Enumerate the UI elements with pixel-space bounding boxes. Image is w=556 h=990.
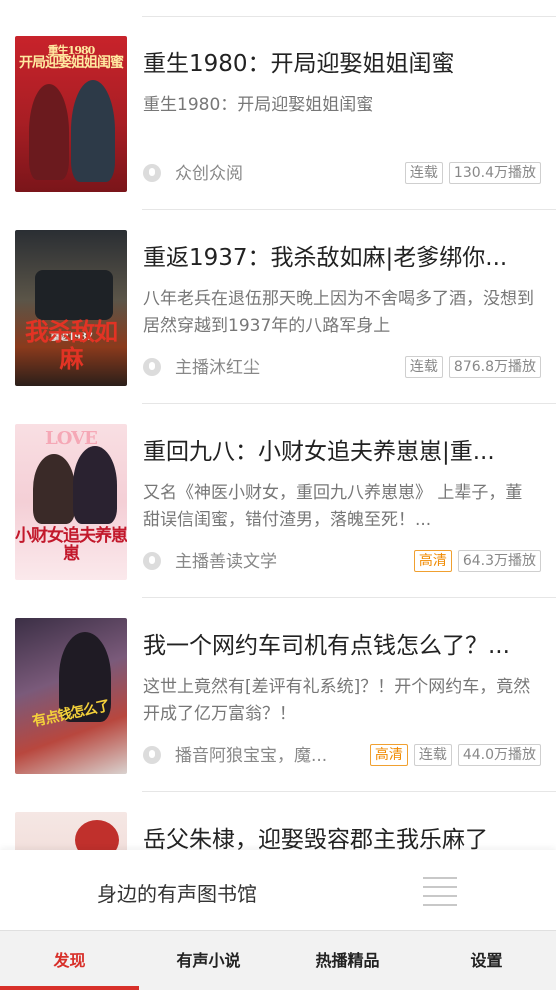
book-title[interactable]: 重生1980：开局迎娶姐姐闺蜜 — [143, 44, 543, 78]
book-cover[interactable]: LOVE 小财女追夫养崽崽 — [15, 424, 127, 580]
list-item[interactable]: 岳父朱棣，迎娶毁容郡主我乐麻了 — [0, 792, 556, 850]
cover-tank — [35, 270, 113, 320]
play-count-badge: 64.3万播放 — [457, 550, 541, 572]
tab-label: 有声小说 — [176, 951, 241, 970]
hd-badge: 高清 — [369, 744, 408, 766]
book-description: 又名《神医小财女，重回九八养崽崽》 上辈子，董甜误信闺蜜，错付渣男，落魄至死！.… — [143, 483, 523, 530]
library-bar[interactable]: 身边的有声图书馆 — [0, 850, 556, 930]
tab-label: 发现 — [53, 951, 86, 970]
book-author: 众创众阅 — [175, 164, 243, 184]
book-meta: 播音阿狼宝宝，魔... 高清 连载 44.0万播放 — [143, 744, 541, 768]
status-badge: 连载 — [404, 356, 443, 378]
tab-label: 设置 — [470, 951, 503, 970]
narrator-icon — [143, 746, 161, 764]
tag-group: 连载 130.4万播放 — [404, 162, 541, 184]
list-item[interactable]: 有点钱怎么了 我一个网约车司机有点钱怎么了？... 这世上竟然有[差评有礼系统]… — [0, 598, 556, 792]
tag-group: 连载 876.8万播放 — [404, 356, 541, 378]
narrator-icon — [143, 358, 161, 376]
book-description: 重生1980：开局迎娶姐姐闺蜜 — [143, 95, 374, 115]
cover-figure-left — [29, 84, 69, 180]
list-item[interactable]: 重返1937 我杀敌如麻 重返1937：我杀敌如麻|老爹绑你... 八年老兵在退… — [0, 210, 556, 404]
library-label[interactable]: 身边的有声图书馆 — [97, 878, 257, 907]
cover-title: 开局迎娶姐姐闺蜜 — [19, 55, 124, 71]
cover-subtitle: LOVE — [45, 428, 98, 449]
book-title[interactable]: 重回九八：小财女追夫养崽崽|重... — [143, 432, 543, 466]
book-cover[interactable]: 重返1937 我杀敌如麻 — [15, 230, 127, 386]
book-cover[interactable]: 有点钱怎么了 — [15, 618, 127, 774]
narrator-icon — [143, 552, 161, 570]
book-list: 重生1980 开局迎娶姐姐闺蜜 重生1980：开局迎娶姐姐闺蜜 重生1980：开… — [0, 0, 556, 850]
play-count-badge: 876.8万播放 — [448, 356, 541, 378]
narrator-icon — [143, 164, 161, 182]
cover-figure-left — [33, 454, 75, 524]
status-badge: 连载 — [413, 744, 452, 766]
book-title[interactable]: 我一个网约车司机有点钱怎么了？... — [143, 626, 543, 660]
tag-group: 高清 64.3万播放 — [413, 550, 541, 572]
tab-hot-picks[interactable]: 热播精品 — [278, 931, 417, 990]
play-count-badge: 130.4万播放 — [448, 162, 541, 184]
cover-figure-right — [71, 80, 115, 182]
book-meta: 众创众阅 连载 130.4万播放 — [143, 162, 541, 186]
status-badge: 连载 — [404, 162, 443, 184]
book-meta: 主播善读文学 高清 64.3万播放 — [143, 550, 541, 574]
tab-settings[interactable]: 设置 — [417, 931, 556, 990]
cover-figure — [75, 820, 119, 850]
book-cover[interactable] — [15, 812, 127, 850]
hd-badge: 高清 — [413, 550, 452, 572]
tag-group: 高清 连载 44.0万播放 — [369, 744, 541, 766]
tab-label: 热播精品 — [315, 951, 380, 970]
cover-figure-right — [73, 446, 117, 524]
book-author: 播音阿狼宝宝，魔... — [175, 746, 328, 766]
cover-title: 我杀敌如麻 — [25, 317, 118, 373]
play-count-badge: 44.0万播放 — [457, 744, 541, 766]
list-item[interactable]: LOVE 小财女追夫养崽崽 重回九八：小财女追夫养崽崽|重... 又名《神医小财… — [0, 404, 556, 598]
book-title[interactable]: 岳父朱棣，迎娶毁容郡主我乐麻了 — [143, 820, 543, 850]
book-author: 主播沐红尘 — [175, 358, 260, 378]
book-author: 主播善读文学 — [175, 552, 277, 572]
bottom-tab-bar: 发现 有声小说 热播精品 设置 — [0, 930, 556, 990]
book-meta: 主播沐红尘 连载 876.8万播放 — [143, 356, 541, 380]
tab-audio-novels[interactable]: 有声小说 — [139, 931, 278, 990]
active-tab-indicator — [0, 986, 139, 990]
book-cover[interactable]: 重生1980 开局迎娶姐姐闺蜜 — [15, 36, 127, 192]
tab-discover[interactable]: 发现 — [0, 931, 139, 990]
cover-title: 小财女追夫养崽崽 — [15, 525, 127, 565]
book-title[interactable]: 重返1937：我杀敌如麻|老爹绑你... — [143, 238, 543, 272]
menu-lines-icon[interactable] — [423, 877, 457, 906]
list-item[interactable]: 重生1980 开局迎娶姐姐闺蜜 重生1980：开局迎娶姐姐闺蜜 重生1980：开… — [0, 16, 556, 210]
book-description: 这世上竟然有[差评有礼系统]？！开个网约车，竟然开成了亿万富翁？！ — [143, 677, 531, 724]
book-description: 八年老兵在退伍那天晚上因为不舍喝多了酒，没想到居然穿越到1937年的八路军身上 — [143, 289, 534, 336]
